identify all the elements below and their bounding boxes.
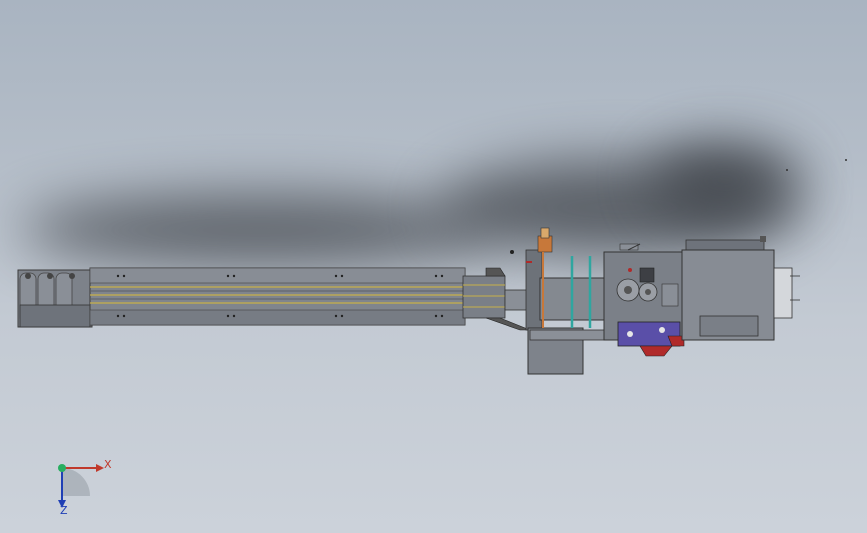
y-axis-dot xyxy=(58,464,66,472)
drive-section[interactable] xyxy=(603,243,685,357)
x-axis-arrow xyxy=(96,464,104,472)
axis-triad[interactable]: X Z xyxy=(58,458,112,517)
triad-plane xyxy=(62,468,90,496)
motor-box[interactable] xyxy=(681,236,800,341)
stray-mark xyxy=(845,159,847,161)
z-axis-label: Z xyxy=(60,504,68,517)
linear-module-body[interactable] xyxy=(89,267,470,326)
stray-mark xyxy=(786,169,788,171)
x-axis-label: X xyxy=(104,458,112,471)
cad-model[interactable]: X Z xyxy=(0,0,867,533)
end-cap-left[interactable] xyxy=(17,269,93,328)
cad-viewport[interactable]: X Z xyxy=(0,0,867,533)
